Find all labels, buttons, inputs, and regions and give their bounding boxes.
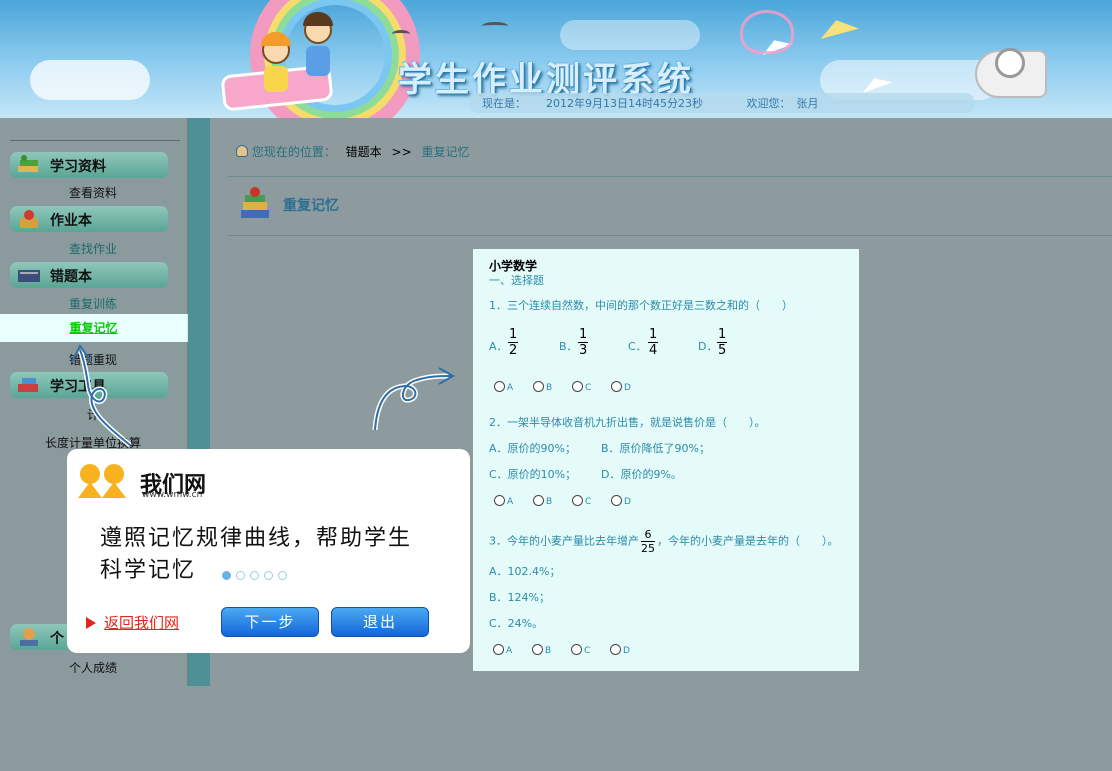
now-value: 2012年9月13日14时45分23秒 xyxy=(546,97,703,110)
play-arrow-icon xyxy=(86,617,96,629)
q1-option-c-letter: C． xyxy=(628,340,647,353)
yellow-plane-icon xyxy=(816,15,860,39)
breadcrumb-current: 重复记忆 xyxy=(421,145,470,159)
sidebar-section-homework[interactable]: 作业本 xyxy=(10,206,168,232)
q2-option-a: A．原价的90%； xyxy=(489,442,576,455)
sidebar-item-repeat-training[interactable]: 重复训练 xyxy=(0,295,186,312)
apple-book-icon xyxy=(16,208,42,230)
heart-icon xyxy=(740,10,794,54)
step-dot[interactable] xyxy=(278,571,287,580)
user-name: 张月 xyxy=(796,97,819,110)
page-title: 重复记忆 xyxy=(283,198,339,214)
q3-radio-a[interactable]: A xyxy=(493,644,512,656)
books-icon xyxy=(237,186,273,222)
q1-radio-a[interactable]: A xyxy=(494,381,513,393)
question-2-text: 2．一架半导体收音机九折出售，就是说售价是（ ）。 xyxy=(489,416,766,429)
back-to-site-link[interactable]: 返回我们网 xyxy=(86,612,179,633)
q2-radio-d[interactable]: D xyxy=(611,495,631,507)
back-link-label: 返回我们网 xyxy=(104,614,180,632)
step-dot[interactable] xyxy=(222,571,231,580)
person-icon xyxy=(16,626,42,648)
q1-option-a-fraction: 12 xyxy=(508,327,519,358)
header-banner: 学生作业测评系统 现在是： 2012年9月13日14时45分23秒 欢迎您： 张月 xyxy=(0,0,1112,118)
q2-radio-b[interactable]: B xyxy=(533,495,552,507)
q3-radio-d[interactable]: D xyxy=(610,644,630,656)
tutorial-arrow-left-icon xyxy=(71,344,132,447)
q2-option-b: B．原价降低了90%； xyxy=(601,442,710,455)
tools-book-icon xyxy=(16,374,42,396)
q3-option-a: A．102.4%； xyxy=(489,565,561,578)
q1-option-d-letter: D． xyxy=(698,340,718,353)
sidebar-section-study-materials[interactable]: 学习资料 xyxy=(10,152,168,178)
section-label: 错题本 xyxy=(50,269,92,285)
sidebar-section-mistakes[interactable]: 错题本 xyxy=(10,262,168,288)
step-indicator xyxy=(222,569,292,583)
q2-radio-c[interactable]: C xyxy=(572,495,591,507)
q1-option-c-fraction: 14 xyxy=(648,327,659,358)
tutorial-arrow-right-icon xyxy=(372,367,456,431)
now-label: 现在是： xyxy=(482,97,526,110)
breadcrumb: 您现在的位置： 错题本 >> 重复记忆 xyxy=(236,143,469,160)
q1-option-b-letter: B． xyxy=(559,340,578,353)
welcome-label: 欢迎您： xyxy=(746,97,791,110)
question-3-text: 3．今年的小麦产量比去年增产 6 25，今年的小麦产量是去年的（ ）。 xyxy=(489,528,839,555)
question-paper: 小学数学 一、选择题 1．三个连续自然数，中间的那个数正好是三数之和的（ ） A… xyxy=(473,249,859,671)
section-label: 作业本 xyxy=(50,213,92,229)
q3-radio-b[interactable]: B xyxy=(532,644,551,656)
sidebar-item-personal-scores[interactable]: 个人成绩 xyxy=(0,659,186,676)
breadcrumb-parent[interactable]: 错题本 xyxy=(346,145,382,159)
page-header xyxy=(228,176,1112,236)
seagull-icon xyxy=(392,30,410,38)
seagull-icon xyxy=(482,22,508,30)
section-label: 学习资料 xyxy=(50,159,106,175)
q3-option-b: B．124%； xyxy=(489,591,550,604)
q1-option-b-fraction: 13 xyxy=(578,327,589,358)
q2-option-d: D．原价的9%。 xyxy=(601,468,682,481)
q1-radio-d[interactable]: D xyxy=(611,381,631,393)
step-dot[interactable] xyxy=(236,571,245,580)
section-title: 一、选择题 xyxy=(489,274,544,287)
q1-option-a-letter: A． xyxy=(489,340,508,353)
breadcrumb-separator: >> xyxy=(391,145,412,159)
step-dot[interactable] xyxy=(250,571,259,580)
sidebar-item-view-materials[interactable]: 查看资料 xyxy=(0,184,186,201)
q2-option-c: C．原价的10%； xyxy=(489,468,577,481)
slogan-line-1: 遵照记忆规律曲线，帮助学生 xyxy=(100,526,413,551)
status-text: 现在是： 2012年9月13日14时45分23秒 欢迎您： 张月 xyxy=(482,95,838,111)
step-dot[interactable] xyxy=(264,571,273,580)
breadcrumb-prefix: 您现在的位置： xyxy=(251,145,336,159)
q2-radio-a[interactable]: A xyxy=(494,495,513,507)
section-label: 个 xyxy=(50,631,64,647)
sidebar-item-find-homework[interactable]: 查找作业 xyxy=(0,240,186,257)
q1-radio-c[interactable]: C xyxy=(572,381,591,393)
sidebar-divider xyxy=(10,140,180,141)
user-location-icon xyxy=(236,145,248,157)
sidebar-item-repeat-memory[interactable]: 重复记忆 xyxy=(0,314,188,342)
q3-option-c: C．24%。 xyxy=(489,617,544,630)
q1-radio-b[interactable]: B xyxy=(533,381,552,393)
next-step-button[interactable]: 下一步 xyxy=(221,607,319,637)
q1-option-d-fraction: 15 xyxy=(717,327,728,358)
astronaut-icon xyxy=(995,48,1025,78)
closed-book-icon xyxy=(16,264,42,286)
kids-illustration xyxy=(222,8,347,108)
brand-url: www.wmw.cn xyxy=(142,490,203,500)
book-stack-icon xyxy=(16,154,42,176)
question-1-text: 1．三个连续自然数，中间的那个数正好是三数之和的（ ） xyxy=(489,299,793,312)
brand-logo-icon xyxy=(74,462,134,502)
exit-button[interactable]: 退出 xyxy=(331,607,429,637)
q3-radio-c[interactable]: C xyxy=(571,644,590,656)
